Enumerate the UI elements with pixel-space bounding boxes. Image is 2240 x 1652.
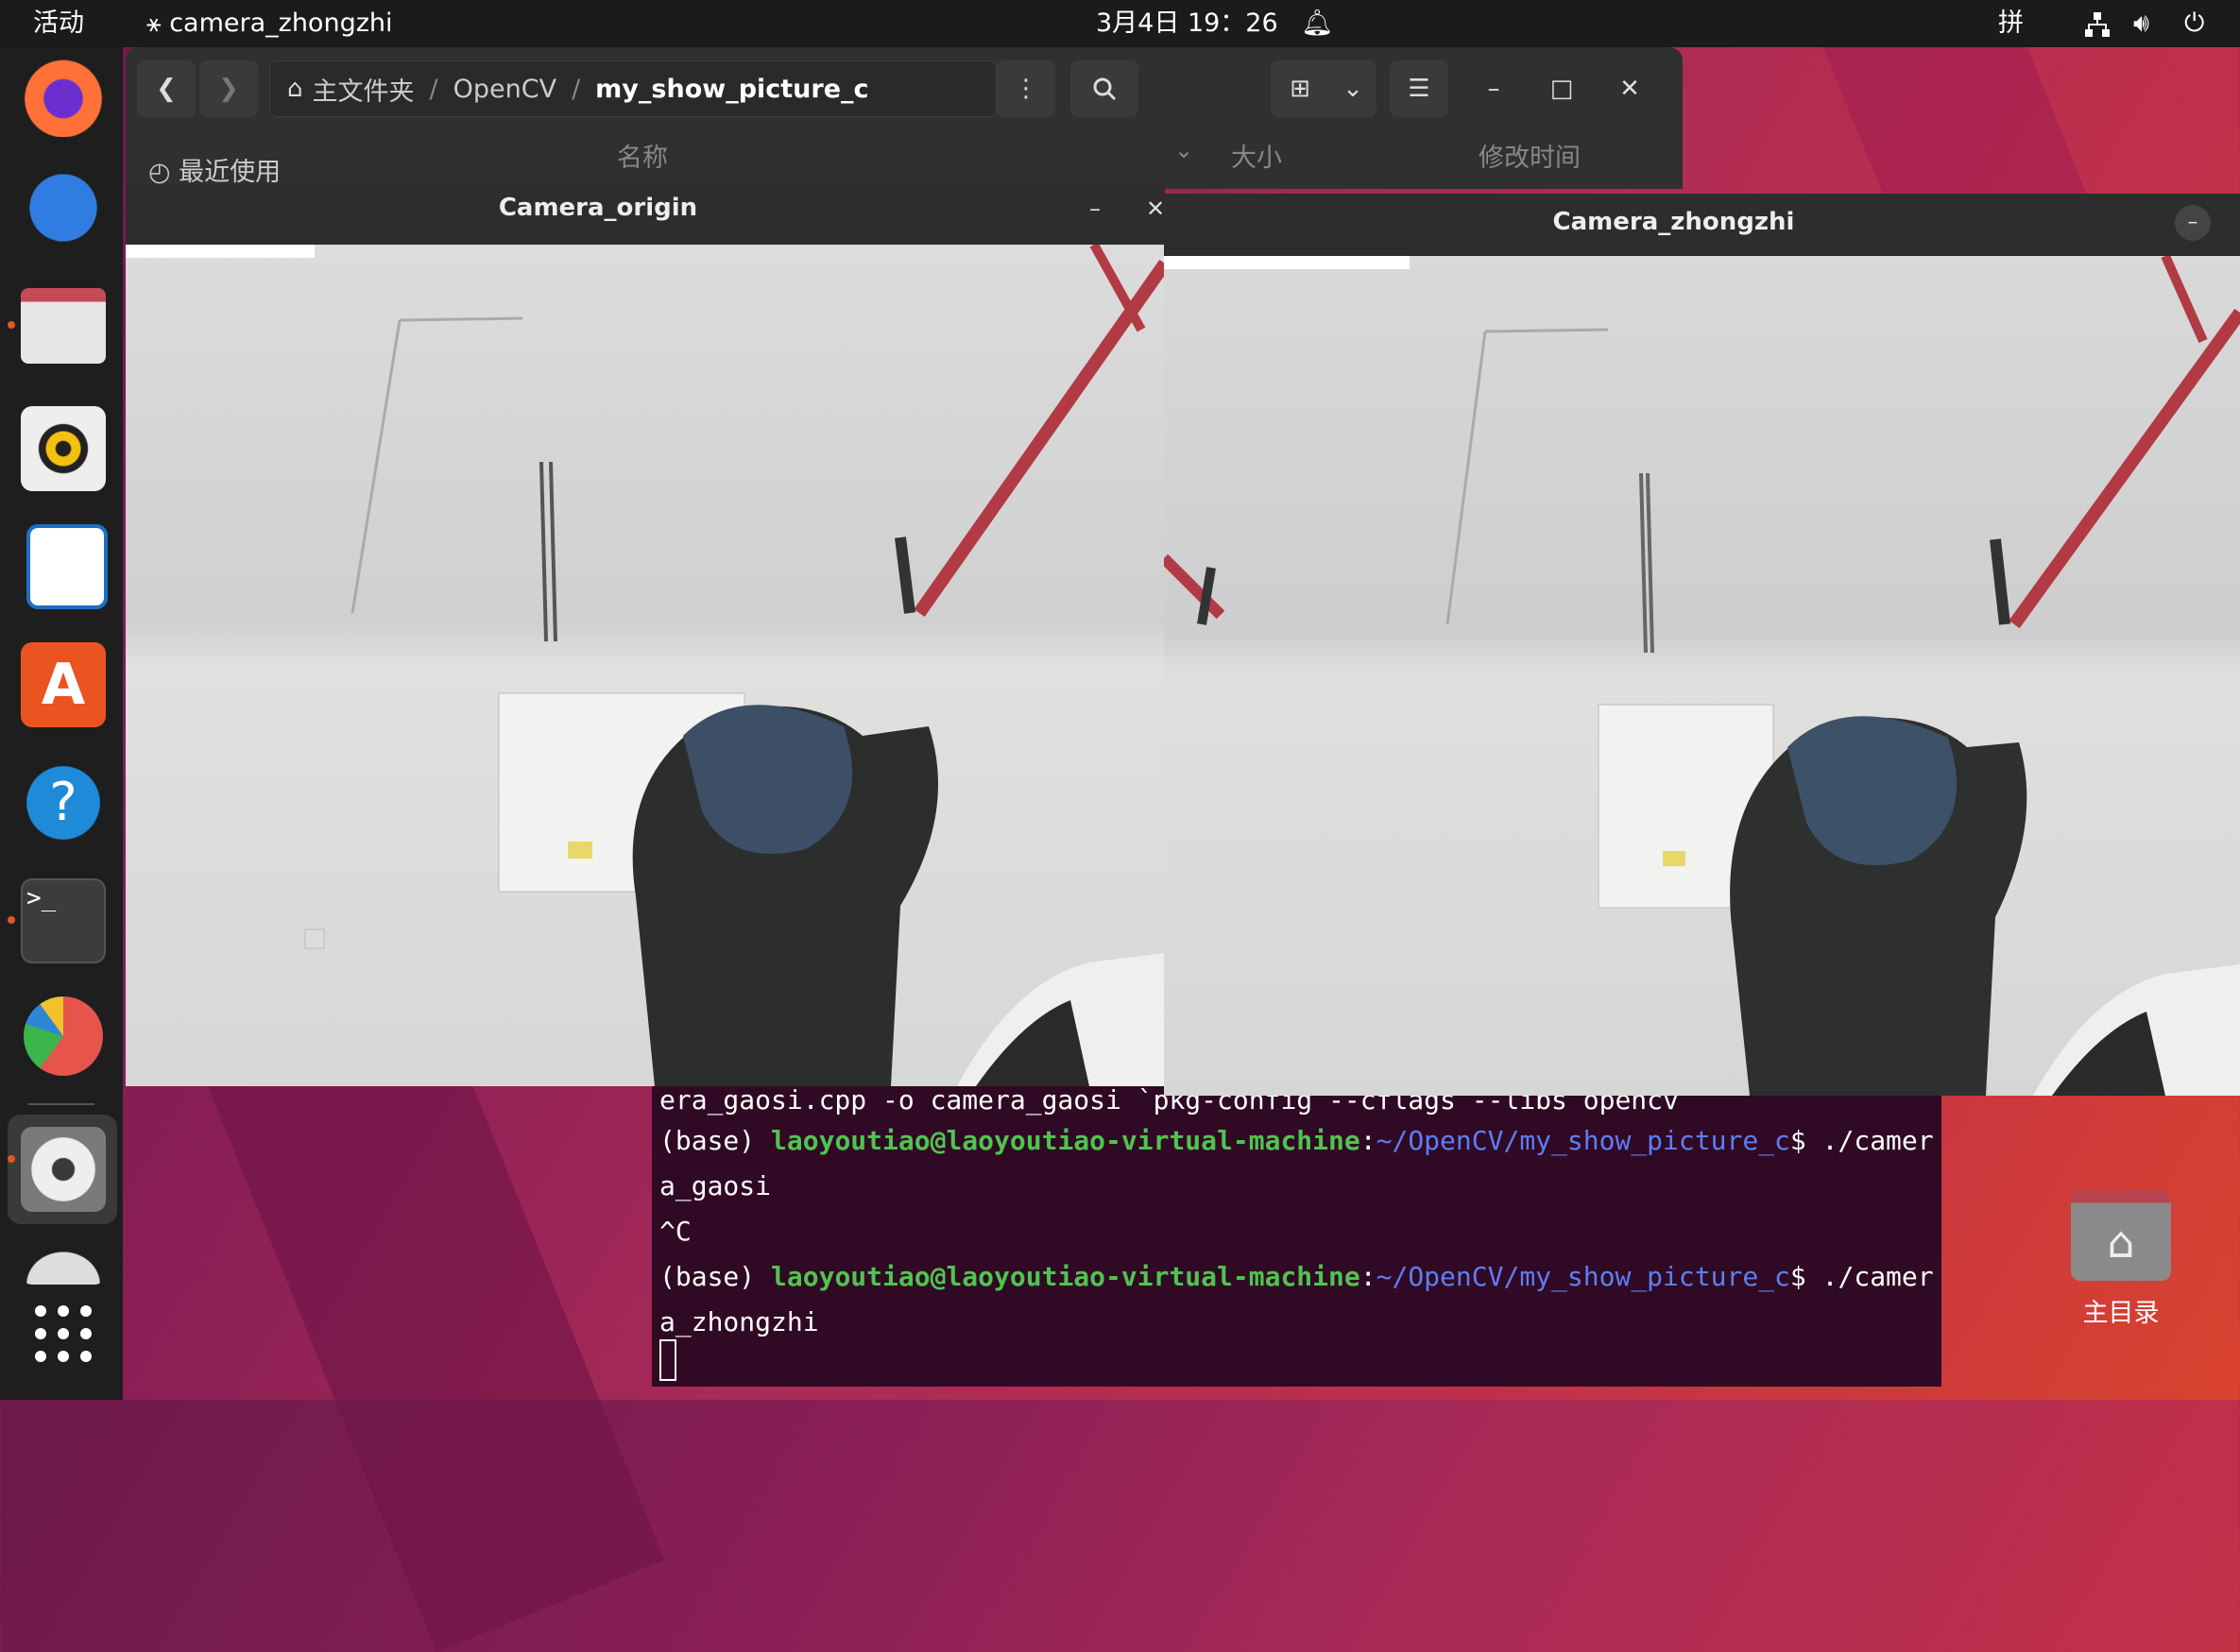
input-method-indicator[interactable]: 拼 bbox=[1998, 0, 2024, 47]
search-button[interactable] bbox=[1070, 60, 1138, 117]
close-button[interactable]: ✕ bbox=[1146, 196, 1165, 222]
network-icon[interactable] bbox=[2083, 0, 2112, 47]
home-icon[interactable]: ⌂ bbox=[287, 75, 303, 103]
app-name: camera_zhongzhi bbox=[169, 9, 393, 38]
running-indicator bbox=[8, 321, 15, 329]
sidebar-item-recent[interactable]: ◴ 最近使用 bbox=[148, 151, 281, 188]
activities-button[interactable]: 活动 bbox=[33, 0, 84, 47]
app-menu[interactable]: ⚹ camera_zhongzhi bbox=[146, 0, 393, 47]
maximize-button[interactable]: □ bbox=[1535, 60, 1588, 117]
terminal-line: a_zhongzhi bbox=[659, 1306, 819, 1337]
writer-icon[interactable] bbox=[26, 524, 108, 609]
minimize-button[interactable]: – bbox=[1467, 60, 1520, 117]
camera-origin-window: Camera_origin – ✕ bbox=[126, 184, 1165, 1086]
terminal-cursor bbox=[659, 1339, 676, 1381]
bell-icon[interactable]: 🔔︎ bbox=[1301, 0, 1333, 47]
clock-icon: ◴ bbox=[148, 158, 171, 187]
removable-drive-icon[interactable] bbox=[21, 1247, 106, 1285]
thunderbird-icon[interactable] bbox=[21, 165, 106, 250]
column-header-modified[interactable]: 修改时间 bbox=[1479, 137, 1581, 174]
path-menu-button[interactable]: ⋮ bbox=[997, 60, 1055, 117]
breadcrumb-item-current[interactable]: my_show_picture_c bbox=[595, 75, 868, 104]
view-grid-button[interactable]: ⊞ bbox=[1271, 60, 1329, 117]
power-icon[interactable]: ⏻ bbox=[2184, 0, 2204, 47]
settings-icon[interactable] bbox=[21, 1127, 106, 1212]
minimize-button[interactable]: – bbox=[1089, 196, 1101, 222]
window-title: Camera_zhongzhi bbox=[1552, 208, 1795, 236]
camera-zhongzhi-window: Camera_zhongzhi – bbox=[1164, 194, 2240, 1096]
breadcrumb-item-home[interactable]: 主文件夹 bbox=[313, 71, 415, 108]
column-header-name[interactable]: 名称 bbox=[617, 137, 668, 174]
dock: A ? >_ bbox=[0, 47, 123, 1400]
view-options-button[interactable]: ⌄ bbox=[1329, 60, 1376, 117]
minimize-button[interactable]: – bbox=[2175, 205, 2211, 241]
running-indicator bbox=[8, 916, 15, 924]
app-grid-icon[interactable] bbox=[33, 1303, 94, 1364]
running-indicator bbox=[8, 1155, 15, 1163]
terminal-line: (base) laoyoutiao@laoyoutiao-virtual-mac… bbox=[659, 1261, 1934, 1292]
terminal-line: a_gaosi bbox=[659, 1170, 772, 1201]
column-header-size[interactable]: 大小 bbox=[1231, 137, 1282, 174]
back-button[interactable]: ❮ bbox=[137, 60, 196, 117]
camera-feed-image bbox=[1164, 256, 2240, 1096]
close-button[interactable]: ✕ bbox=[1603, 60, 1656, 117]
terminal-line: (base) laoyoutiao@laoyoutiao-virtual-mac… bbox=[659, 1125, 1934, 1156]
volume-icon[interactable]: 🔊︎ bbox=[2133, 0, 2149, 47]
firefox-icon[interactable] bbox=[21, 52, 106, 137]
file-manager-window: ❮ ❯ ⌂ 主文件夹 / OpenCV / my_show_picture_c … bbox=[126, 47, 1683, 189]
terminal-icon[interactable]: >_ bbox=[21, 878, 106, 963]
files-icon[interactable] bbox=[21, 288, 106, 364]
breadcrumb: ⌂ 主文件夹 / OpenCV / my_show_picture_c bbox=[269, 60, 997, 117]
app-icon: ⚹ bbox=[146, 9, 162, 38]
dock-separator bbox=[28, 1103, 94, 1105]
home-folder-label: 主目录 bbox=[2082, 1299, 2160, 1328]
help-icon[interactable]: ? bbox=[21, 760, 106, 845]
main-menu-button[interactable]: ☰ bbox=[1390, 60, 1448, 117]
rhythmbox-icon[interactable] bbox=[21, 406, 106, 491]
terminal-window[interactable]: era_gaosi.cpp -o camera_gaosi `pkg-confi… bbox=[652, 1084, 1941, 1387]
disk-usage-icon[interactable] bbox=[24, 996, 103, 1076]
terminal-line: ^C bbox=[659, 1216, 692, 1247]
clock[interactable]: 3月4日 19：26 bbox=[1096, 0, 1278, 47]
desktop-home-folder[interactable]: ⌂ 主目录 bbox=[2055, 1190, 2187, 1341]
window-title: Camera_origin bbox=[498, 194, 698, 222]
forward-button[interactable]: ❯ bbox=[199, 60, 258, 117]
software-center-icon[interactable]: A bbox=[21, 642, 106, 727]
camera-feed-image bbox=[126, 245, 1165, 1086]
sort-indicator-icon: ⌄ bbox=[1174, 137, 1194, 163]
breadcrumb-item-opencv[interactable]: OpenCV bbox=[453, 75, 556, 104]
top-bar: 活动 ⚹ camera_zhongzhi 3月4日 19：26 🔔︎ 拼 🔊︎ … bbox=[0, 0, 2240, 47]
home-folder-icon: ⌂ bbox=[2071, 1190, 2171, 1281]
sidebar-item-label: 最近使用 bbox=[179, 158, 282, 187]
